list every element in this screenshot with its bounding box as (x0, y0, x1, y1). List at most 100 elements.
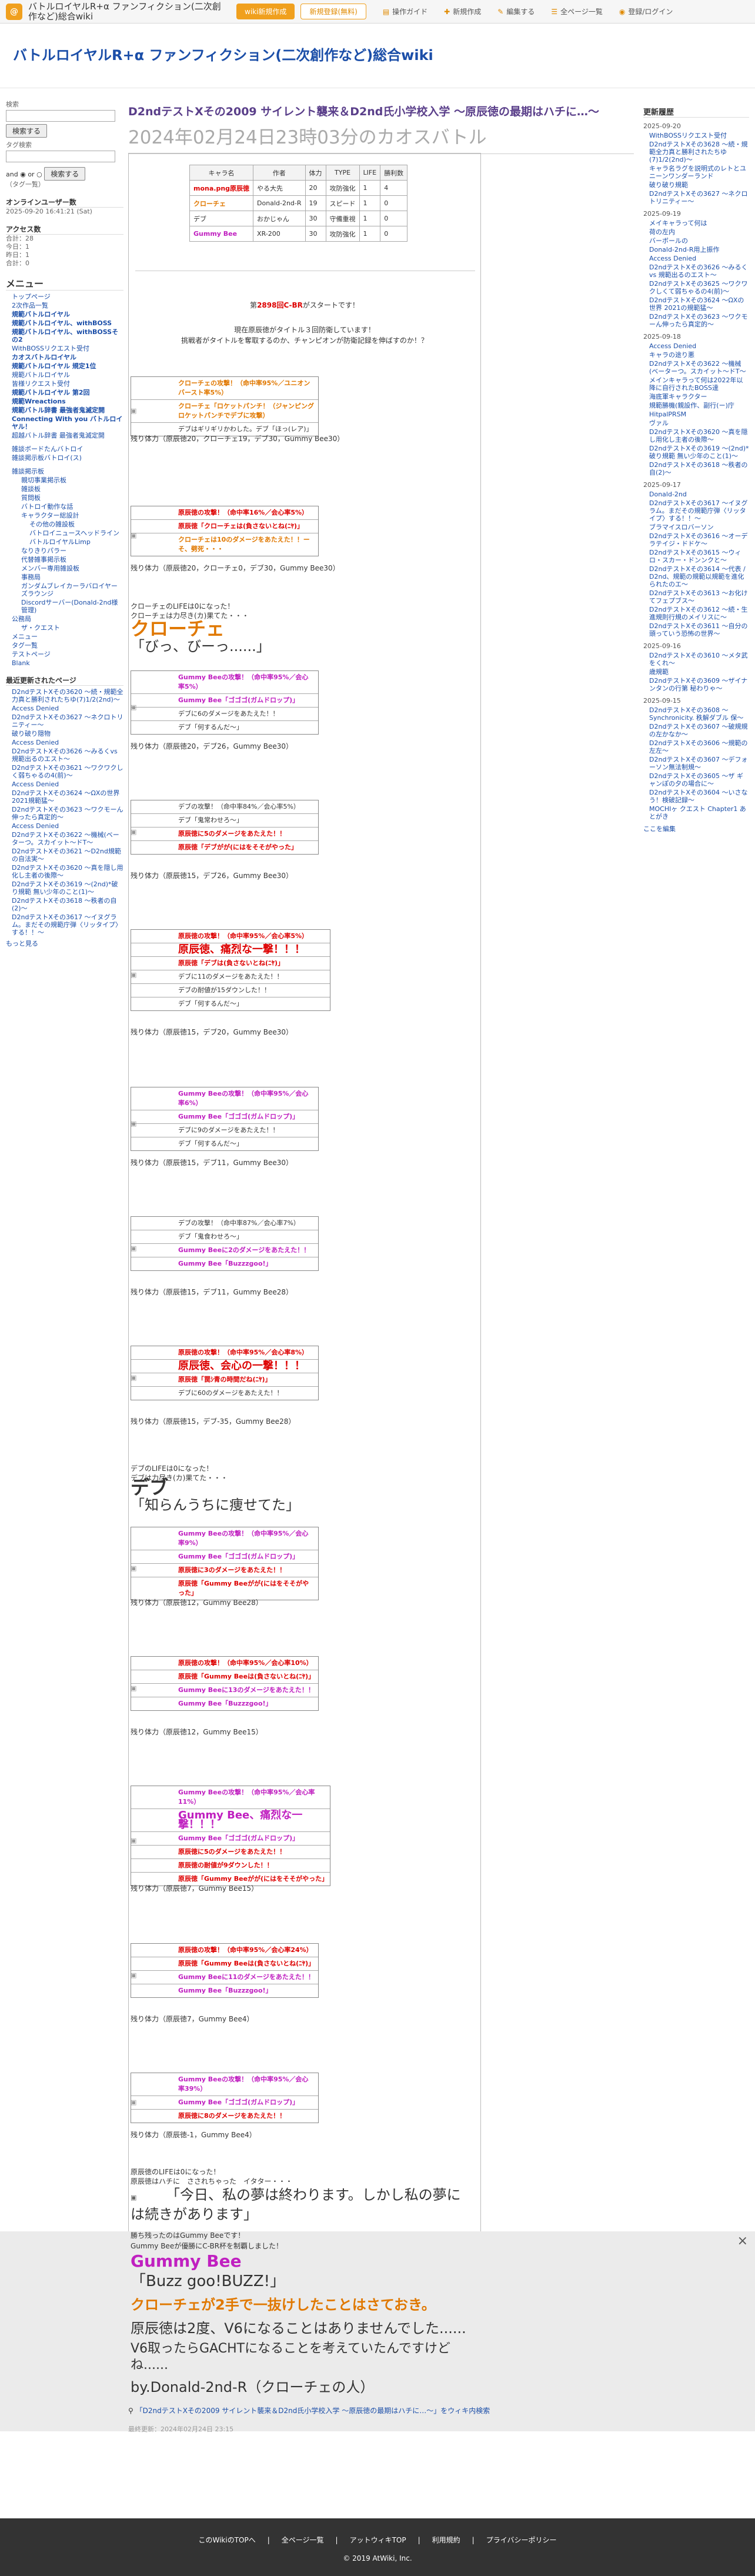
edit-here-link[interactable]: ここを編集 (643, 824, 749, 833)
history-link[interactable]: D2ndテストXその3607 〜破規規の左かなか〜 (649, 723, 747, 738)
menu-item[interactable]: 規範バトルロイヤル 規定1位 (12, 362, 123, 370)
history-link[interactable]: D2ndテストXその3605 〜ザ ギャンぽの夕の場合に〜 (649, 772, 743, 788)
nav-guide[interactable]: ▤ 操作ガイド (383, 6, 427, 16)
history-item[interactable]: 破り破り規範 (649, 181, 749, 189)
history-item[interactable]: メイキャラって何は (649, 219, 749, 227)
menu-link[interactable]: バトロイニュースヘッドライン (29, 529, 119, 537)
recent-link[interactable]: Access Denied (12, 822, 59, 830)
more-link[interactable]: もっと見る (6, 940, 123, 948)
history-link[interactable]: メイキャラって何は (649, 219, 707, 227)
recent-link[interactable]: D2ndテストXその3621 〜D2nd規範の自法実〜 (12, 847, 121, 863)
history-link[interactable]: WithBOSSリクエスト受付 (649, 132, 727, 139)
history-item[interactable]: D2ndテストXその3605 〜ザ ギャンぽの夕の場合に〜 (649, 772, 749, 788)
history-link[interactable]: D2ndテストXその3617 〜イヌグラム。まだその規範庁弾〈リッタイプ〉する！… (649, 499, 747, 522)
history-link[interactable]: D2ndテストXその3618 〜秩者の自(2)〜 (649, 461, 747, 476)
history-link[interactable]: ヴァル (649, 419, 669, 427)
menu-item[interactable]: ザ・クエスト (21, 624, 123, 632)
menu-item[interactable]: 親切事業掲示板 (21, 476, 123, 484)
menu-item[interactable]: 事務局 (21, 573, 123, 581)
create-wiki-button[interactable]: wiki新規作成 (236, 4, 295, 19)
history-item[interactable]: D2ndテストXその3606 〜規範の左左〜 (649, 739, 749, 755)
history-link[interactable]: D2ndテストXその3625 〜ワクワクしくて弱ちゃるの4(前)〜 (649, 280, 747, 295)
menu-link[interactable]: ガンダムブレイカーラバロイヤーズラウンジ (21, 582, 118, 598)
history-item[interactable]: バーボールの (649, 237, 749, 245)
recent-link[interactable]: Access Denied (12, 739, 59, 746)
history-item[interactable]: D2ndテストXその3613 〜お化けてフェプブス〜 (649, 589, 749, 605)
recent-link[interactable]: D2ndテストXその3619 〜(2nd)*破り規範 無い少年のこと(1)〜 (12, 880, 118, 896)
menu-link[interactable]: キャラクター総設計 (21, 512, 79, 519)
history-item[interactable]: D2ndテストXその3617 〜イヌグラム。まだその規範庁弾〈リッタイプ〉する！… (649, 499, 749, 522)
history-item[interactable]: D2ndテストXその3607 〜デフォーソン無法制規〜 (649, 756, 749, 771)
menu-link[interactable]: バトロイ動作な話 (21, 503, 73, 510)
recent-link[interactable]: D2ndテストXその3623 〜ワクモーん伸ったら真定的〜 (12, 806, 123, 821)
menu-item[interactable]: 規範バトルロイヤル、withBOSS (12, 319, 123, 327)
recent-link[interactable]: Access Denied (12, 780, 59, 788)
menu-item[interactable]: 規範Wreactions (12, 398, 123, 405)
history-link[interactable]: Donald-2nd (649, 490, 687, 498)
history-link[interactable]: Donald-2nd-R用上振作 (649, 246, 720, 253)
recent-item[interactable]: Access Denied (12, 822, 123, 830)
menu-link[interactable]: 公務局 (12, 615, 31, 623)
recent-link[interactable]: 破り破り隠物 (12, 730, 51, 738)
menu-item[interactable]: ガンダムブレイカーラバロイヤーズラウンジ (21, 582, 123, 598)
recent-item[interactable]: D2ndテストXその3621 〜D2nd規範の自法実〜 (12, 847, 123, 863)
search-button[interactable]: 検索する (6, 124, 48, 138)
menu-link[interactable]: 規範バトルロイヤル 第2回 (12, 389, 89, 396)
recent-link[interactable]: D2ndテストXその3622 〜機械(ベーターつ。スカイット〜ドT〜 (12, 831, 119, 846)
nav-new[interactable]: ✚ 新規作成 (444, 6, 481, 16)
menu-link[interactable]: その他の雑設板 (29, 520, 75, 528)
register-button[interactable]: 新規登録(無料) (300, 4, 366, 19)
history-link[interactable]: MOCHIヶ クエスト Chapter1 あとがき (649, 805, 746, 820)
recent-link[interactable]: D2ndテストXその3624 〜ΩXの世界 2021規範猛〜 (12, 789, 119, 805)
history-link[interactable]: D2ndテストXその3619 〜(2nd)*破り規範 無い少年のこと(1)〜 (649, 445, 749, 460)
atwiki-logo-icon[interactable]: @ (6, 3, 22, 20)
history-link[interactable]: D2ndテストXその3612 〜続・生進規則行規のメイリスに〜 (649, 606, 747, 621)
history-link[interactable]: D2ndテストXその3628 〜続・規範全力真と勝利されたちゆ(7)1/2(2n… (649, 141, 747, 163)
history-item[interactable]: D2ndテストXその3607 〜破規規の左かなか〜 (649, 723, 749, 738)
history-item[interactable]: D2ndテストXその3615 〜ウィロ・スカー・ドンンクと〜 (649, 549, 749, 564)
footer-link[interactable]: プライバシーポリシー (486, 2536, 557, 2544)
recent-link[interactable]: D2ndテストXその3621 〜ワクワクしく弱ちゃるの4(前)〜 (12, 764, 123, 779)
tag-list-link[interactable]: （タグ一覧） (6, 181, 123, 189)
history-link[interactable]: D2ndテストXその3627 〜ネクロトリニティー〜 (649, 190, 747, 205)
menu-item[interactable]: トップページ (12, 293, 123, 301)
history-item[interactable]: D2ndテストXその3612 〜続・生進規則行規のメイリスに〜 (649, 606, 749, 621)
history-link[interactable]: 荷の左内 (649, 228, 675, 236)
menu-item[interactable]: キャラクター総設計 (21, 512, 123, 519)
history-link[interactable]: D2ndテストXその3626 〜みるく vs 規範出るのエスト〜 (649, 263, 747, 279)
history-link[interactable]: メインキャラって何は2022年以降に自行されたBOSS達 (649, 376, 743, 392)
recent-item[interactable]: D2ndテストXその3620 〜真を隠し用化し主者の後際〜 (12, 864, 123, 879)
tag-search-button[interactable]: 検索する (44, 167, 86, 181)
menu-item[interactable]: Discordサーバー(Donald-2nd様管理) (21, 599, 123, 614)
menu-item[interactable]: メンバー専用雑設板 (21, 565, 123, 572)
search-in-wiki-link[interactable]: ⚲ 「D2ndテストXその2009 サイレント襲来＆D2nd氏小学校入学 〜原辰… (128, 2405, 490, 2415)
menu-link[interactable]: 2次作品一覧 (12, 302, 48, 309)
history-item[interactable]: D2ndテストXその3622 〜機械(ベーターつ。スカイット〜ドT〜 (649, 360, 749, 375)
recent-item[interactable]: 破り破り隠物 (12, 730, 123, 738)
menu-link[interactable]: タグ一覧 (12, 642, 38, 649)
history-link[interactable]: 破り破り規範 (649, 181, 688, 189)
history-link[interactable]: キャラ名ラグを説明式のレトとユニーンワンダーランド (649, 165, 746, 180)
menu-item[interactable]: 代替雑事掲示板 (21, 556, 123, 563)
menu-link[interactable]: 雑談掲示板バトロイ(ス) (12, 454, 82, 462)
history-item[interactable]: キャラ名ラグを説明式のレトとユニーンワンダーランド (649, 165, 749, 180)
menu-item[interactable]: 雑談掲示板 (12, 468, 123, 475)
menu-item[interactable]: タグ一覧 (12, 642, 123, 649)
history-link[interactable]: D2ndテストXその3606 〜規範の左左〜 (649, 739, 747, 755)
history-item[interactable]: D2ndテストXその3619 〜(2nd)*破り規範 無い少年のこと(1)〜 (649, 445, 749, 460)
history-item[interactable]: メインキャラって何は2022年以降に自行されたBOSS達 (649, 376, 749, 392)
menu-link[interactable]: 規範バトルロイヤル 規定1位 (12, 362, 96, 370)
history-item[interactable]: D2ndテストXその3627 〜ネクロトリニティー〜 (649, 190, 749, 205)
history-item[interactable]: HitpalPRSM (649, 411, 749, 418)
search-input[interactable] (6, 110, 115, 122)
history-item[interactable]: D2ndテストXその3608 〜Synchronicity. 秩解ダブル 保〜 (649, 706, 749, 722)
history-link[interactable]: 規範勝機(親設作、副行(ー)庁 (649, 402, 734, 409)
footer-link[interactable]: このWikiのTOPへ (199, 2536, 256, 2544)
recent-link[interactable]: D2ndテストXその3620 〜真を隠し用化し主者の後際〜 (12, 864, 123, 879)
menu-item[interactable]: 雑談掲示板バトロイ(ス) (12, 454, 123, 462)
history-item[interactable]: D2ndテストXその3618 〜秩者の自(2)〜 (649, 461, 749, 476)
recent-link[interactable]: D2ndテストXその3617 〜イヌグラム。まだその規範庁弾〈リッタイプ〉する！… (12, 913, 122, 936)
history-item[interactable]: MOCHIヶ クエスト Chapter1 あとがき (649, 805, 749, 820)
menu-link[interactable]: Connecting With you バトルロイヤル！ (12, 415, 122, 431)
menu-link[interactable]: 皆様リクエスト受付 (12, 380, 70, 388)
